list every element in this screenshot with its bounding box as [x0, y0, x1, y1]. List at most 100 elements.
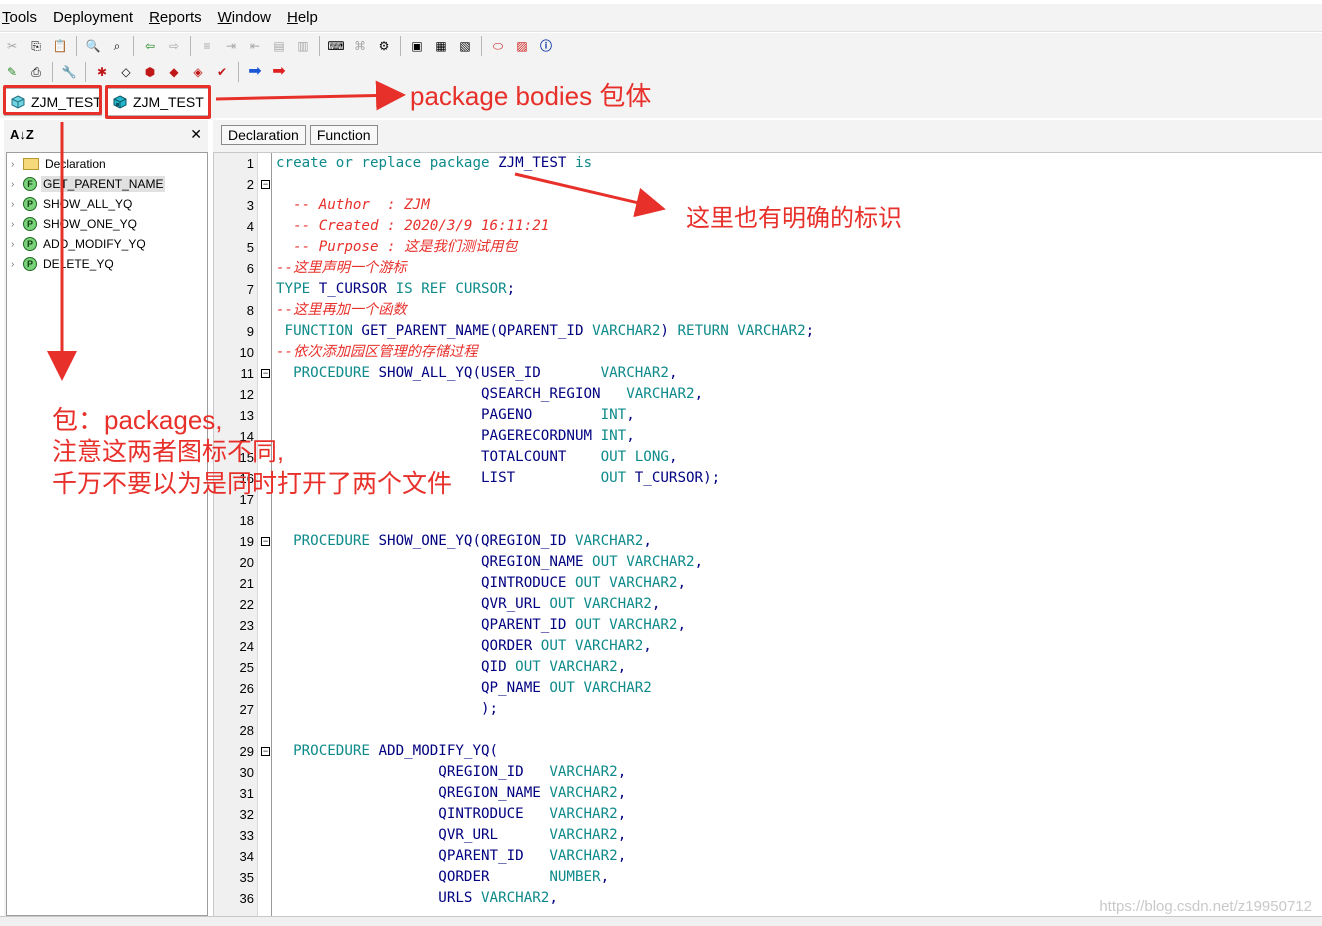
print-preview-icon[interactable]: ⎙	[26, 62, 46, 82]
oracle-icon[interactable]: ⬭	[488, 36, 508, 56]
step-into-icon[interactable]: ◆	[164, 62, 184, 82]
menu-help[interactable]: Help	[285, 9, 326, 26]
line-number: 6	[246, 261, 254, 276]
line-number: 33	[239, 828, 254, 843]
expand-chevron-icon[interactable]: ›	[11, 159, 21, 170]
copy-icon[interactable]: ⎘	[26, 36, 46, 56]
tree-item-add-modify-yq[interactable]: › P ADD_MODIFY_YQ	[7, 234, 207, 254]
code-line: 2−	[214, 174, 1322, 195]
step-out-icon[interactable]: ✔	[212, 62, 232, 82]
editor-subtabs: Declaration Function	[213, 120, 1322, 150]
menu-deployment[interactable]: Deployment	[51, 9, 141, 26]
tree-item-label: ADD_MODIFY_YQ	[43, 237, 146, 251]
line-number: 36	[239, 891, 254, 906]
window-list-icon[interactable]: ▣	[407, 36, 427, 56]
red-arrow-icon[interactable]: ➡	[269, 62, 289, 82]
command-window-icon[interactable]: ⌘	[350, 36, 370, 56]
indent-icon[interactable]: ⇥	[221, 36, 241, 56]
menu-window[interactable]: Window	[216, 9, 279, 26]
program-unit-panel: A↓Z ✕ › Declaration › F GET_PARENT_NAME › P SHO…	[4, 120, 208, 916]
code-text: QREGION_ID VARCHAR2,	[276, 764, 627, 780]
code-line: 26 QP_NAME OUT VARCHAR2	[214, 678, 1322, 699]
code-text: PROCEDURE SHOW_ALL_YQ(USER_ID VARCHAR2,	[293, 365, 678, 381]
expand-chevron-icon[interactable]: ›	[11, 239, 21, 250]
code-line: 23 QPARENT_ID OUT VARCHAR2,	[214, 615, 1322, 636]
line-number: 30	[239, 765, 254, 780]
comment-icon[interactable]: ≡	[197, 36, 217, 56]
code-text: QVR_URL VARCHAR2,	[276, 827, 627, 843]
breakpoint-icon[interactable]: ⬢	[140, 62, 160, 82]
line-number: 32	[239, 807, 254, 822]
pdf-icon[interactable]: ▨	[512, 36, 532, 56]
menu-label-rest: ools	[9, 9, 38, 26]
cut-icon[interactable]: ✂	[2, 36, 22, 56]
unindent-icon[interactable]: ⇤	[245, 36, 265, 56]
toolbar-separator	[52, 61, 53, 82]
wrench-icon[interactable]: 🔧	[59, 62, 79, 82]
annotation-clear-mark: 这里也有明确的标识	[686, 205, 902, 232]
menu-bar: Tools Deployment Reports Window Help	[0, 4, 1322, 32]
procedure-icon: P	[23, 237, 37, 251]
fold-toggle-icon[interactable]: −	[261, 369, 270, 378]
code-line: 33 QVR_URL VARCHAR2,	[214, 825, 1322, 846]
expand-chevron-icon[interactable]: ›	[11, 219, 21, 230]
tree-item-get-parent-name[interactable]: › F GET_PARENT_NAME	[7, 174, 207, 194]
code-text: );	[276, 701, 499, 717]
eraser-icon[interactable]: ◇	[116, 62, 136, 82]
code-line: 11− PROCEDURE SHOW_ALL_YQ(USER_ID VARCHA…	[214, 363, 1322, 384]
annotation-packages-line3: 千万不要以为是同时打开了两个文件	[52, 470, 453, 498]
export-icon[interactable]: ⇨	[164, 36, 184, 56]
lowercase-icon[interactable]: ▥	[293, 36, 313, 56]
line-number: 21	[239, 576, 254, 591]
code-line: 14 PAGERECORDNUM INT,	[214, 426, 1322, 447]
line-number: 27	[239, 702, 254, 717]
panel-toolbar: A↓Z ✕	[4, 120, 208, 148]
explain-plan-icon[interactable]: ⚙	[374, 36, 394, 56]
menu-label-rest: indow	[231, 9, 271, 26]
tree-item-show-all-yq[interactable]: › P SHOW_ALL_YQ	[7, 194, 207, 214]
tab-function[interactable]: Function	[309, 125, 378, 145]
code-line: 24 QORDER OUT VARCHAR2,	[214, 636, 1322, 657]
fold-toggle-icon[interactable]: −	[261, 537, 270, 546]
sort-icon[interactable]: A↓Z	[10, 127, 34, 142]
columns-icon[interactable]: ▧	[455, 36, 475, 56]
code-text: QSEARCH_REGION VARCHAR2,	[276, 386, 704, 402]
debug-run-icon[interactable]: ✱	[92, 62, 112, 82]
menu-reports[interactable]: Reports	[147, 9, 210, 26]
code-text: PROCEDURE SHOW_ONE_YQ(QREGION_ID VARCHAR…	[293, 533, 652, 549]
find-replace-icon[interactable]: ⌕	[107, 36, 127, 56]
close-icon[interactable]: ✕	[190, 126, 202, 143]
info-icon[interactable]: ⓘ	[536, 36, 556, 56]
expand-chevron-icon[interactable]: ›	[11, 179, 21, 190]
step-over-icon[interactable]: ◈	[188, 62, 208, 82]
tree-item-show-one-yq[interactable]: › P SHOW_ONE_YQ	[7, 214, 207, 234]
line-number: 28	[239, 723, 254, 738]
fold-toggle-icon[interactable]: −	[261, 180, 270, 189]
tree-item-declaration[interactable]: › Declaration	[7, 154, 207, 174]
find-icon[interactable]: 🔍	[83, 36, 103, 56]
tile-icon[interactable]: ▦	[431, 36, 451, 56]
import-icon[interactable]: ⇦	[140, 36, 160, 56]
paste-icon[interactable]: 📋	[50, 36, 70, 56]
forward-arrow-icon[interactable]: ➡	[245, 62, 265, 82]
fold-toggle-icon[interactable]: −	[261, 747, 270, 756]
code-text: --这里再加一个函数	[276, 302, 407, 318]
new-editor-icon[interactable]: ✎	[2, 62, 22, 82]
tab-declaration[interactable]: Declaration	[221, 125, 306, 145]
menu-tools[interactable]: Tools	[0, 9, 45, 26]
code-line: 18	[214, 510, 1322, 531]
expand-chevron-icon[interactable]: ›	[11, 199, 21, 210]
expand-chevron-icon[interactable]: ›	[11, 259, 21, 270]
code-text: PROCEDURE ADD_MODIFY_YQ(	[293, 743, 499, 759]
line-number: 10	[239, 345, 254, 360]
code-text: QORDER NUMBER,	[276, 869, 610, 885]
line-number: 35	[239, 870, 254, 885]
tree-item-delete-yq[interactable]: › P DELETE_YQ	[7, 254, 207, 274]
code-editor[interactable]: 1 create or replace package ZJM_TEST is 2−…	[213, 152, 1322, 916]
line-number: 9	[246, 324, 254, 339]
uppercase-icon[interactable]: ▤	[269, 36, 289, 56]
sql-window-icon[interactable]: ⌨	[326, 36, 346, 56]
code-text: --依次添加园区管理的存储过程	[276, 344, 478, 360]
code-text: -- Purpose : 这是我们测试用包	[276, 239, 518, 255]
code-text: TYPE T_CURSOR IS REF CURSOR;	[276, 281, 516, 297]
